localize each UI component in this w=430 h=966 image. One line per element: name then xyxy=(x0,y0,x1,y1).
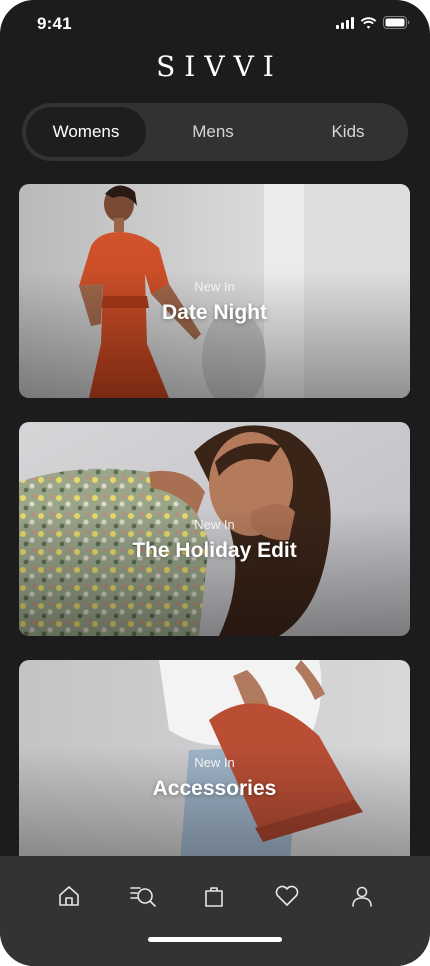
card-title: The Holiday Edit xyxy=(132,539,297,562)
tab-mens[interactable]: Mens xyxy=(153,107,273,157)
nav-profile[interactable] xyxy=(340,876,384,920)
category-segmented-control: Womens Mens Kids xyxy=(22,103,408,161)
home-icon xyxy=(57,884,81,913)
nav-home[interactable] xyxy=(47,876,91,920)
heart-icon xyxy=(274,884,300,913)
app-screen: 9:41 SIVVI Womens Mens Kids New In Date … xyxy=(0,0,430,966)
tab-kids[interactable]: Kids xyxy=(288,107,408,157)
nav-bag[interactable] xyxy=(192,876,236,920)
bottom-navigation xyxy=(0,856,430,966)
brand-logo: SIVVI xyxy=(156,50,283,83)
status-bar: 9:41 xyxy=(0,0,430,50)
wifi-icon xyxy=(360,16,377,34)
card-title: Date Night xyxy=(162,301,267,324)
search-list-icon xyxy=(129,884,157,913)
nav-wishlist[interactable] xyxy=(265,876,309,920)
collection-card-accessories[interactable]: New In Accessories xyxy=(19,660,410,874)
card-title: Accessories xyxy=(152,777,277,800)
status-time: 9:41 xyxy=(37,14,72,33)
status-icons xyxy=(336,16,410,34)
card-eyebrow: New In xyxy=(194,517,235,532)
collection-card-date-night[interactable]: New In Date Night xyxy=(19,184,410,398)
card-eyebrow: New In xyxy=(194,755,235,770)
tab-womens[interactable]: Womens xyxy=(26,107,146,157)
profile-icon xyxy=(350,884,374,913)
shopping-bag-icon xyxy=(202,884,226,913)
nav-search[interactable] xyxy=(121,876,165,920)
cellular-signal-icon xyxy=(336,16,354,34)
collection-card-holiday-edit[interactable]: New In The Holiday Edit xyxy=(19,422,410,636)
battery-icon xyxy=(383,16,410,34)
card-eyebrow: New In xyxy=(194,279,235,294)
home-indicator xyxy=(148,937,282,942)
